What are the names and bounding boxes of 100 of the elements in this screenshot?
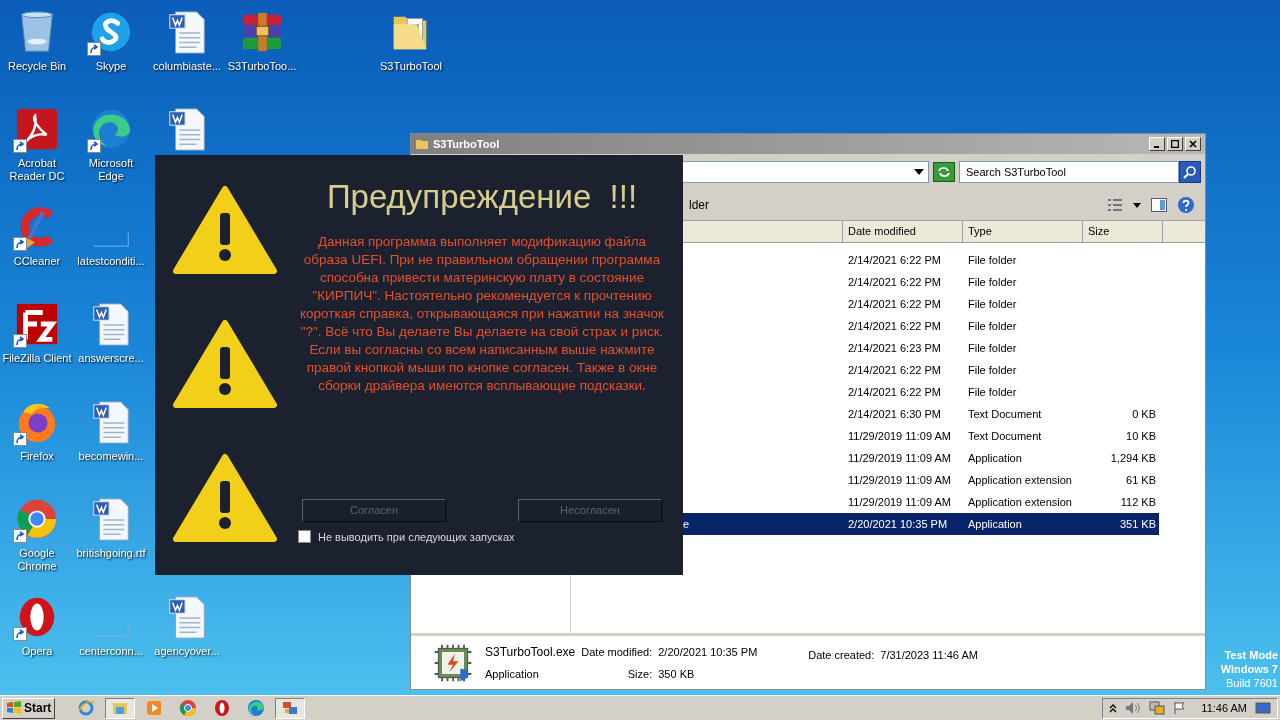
maximize-button[interactable]: [1167, 137, 1183, 151]
type-cell: Application: [968, 451, 1022, 464]
media-player-icon: [145, 699, 164, 717]
type-cell: Text Document: [968, 407, 1042, 420]
icon-label[interactable]: Skype: [95, 60, 127, 73]
start-button[interactable]: Start: [2, 697, 56, 719]
icon-label[interactable]: latestconditi...: [77, 255, 145, 268]
dialog-title: Предупреждение !!!: [326, 177, 638, 217]
test-mode-text: Build 7601: [1226, 676, 1278, 690]
taskbar-app-button[interactable]: [275, 697, 306, 719]
date-cell: 2/14/2021 6:30 PM: [848, 407, 941, 420]
file-name: S3TurboTool.exe: [485, 643, 576, 661]
type-cell: File folder: [968, 385, 1017, 398]
opera-icon: [213, 699, 232, 717]
warning-icon: [172, 453, 278, 545]
file-name: e: [683, 517, 690, 530]
toolbar-text[interactable]: lder: [689, 196, 1107, 214]
flag-icon[interactable]: [1173, 701, 1188, 715]
icon-label[interactable]: FileZilla Client: [2, 352, 72, 365]
type-cell: Application extension: [968, 473, 1072, 486]
icon-label[interactable]: S3TurboToo...: [227, 60, 297, 73]
field-label: Date modified:: [581, 644, 653, 660]
view-list-icon[interactable]: [1107, 198, 1123, 212]
icon-label[interactable]: Acrobat Reader DC: [1, 157, 73, 183]
search-button[interactable]: [1179, 161, 1201, 183]
search-field[interactable]: Search S3TurboTool: [959, 161, 1179, 183]
test-mode-text: Windows 7: [1220, 662, 1278, 676]
icon-label[interactable]: Microsoft Edge: [75, 157, 147, 183]
edge-icon: [247, 699, 266, 717]
type-cell: File folder: [968, 297, 1017, 310]
date-cell: 2/14/2021 6:22 PM: [848, 275, 941, 288]
type-cell: File folder: [968, 341, 1017, 354]
date-cell: 2/14/2021 6:22 PM: [848, 253, 941, 266]
type-cell: File folder: [968, 319, 1017, 332]
windows-logo-icon: [6, 701, 22, 715]
dropdown-arrow-icon[interactable]: [1133, 202, 1141, 208]
icon-label[interactable]: columbiaste...: [153, 60, 221, 73]
date-cell: 11/29/2019 11:09 AM: [848, 495, 951, 508]
date-cell: 11/29/2019 11:09 AM: [848, 451, 951, 464]
type-cell: Text Document: [968, 429, 1042, 442]
field-label: Date created:: [808, 648, 875, 663]
date-cell: 2/14/2021 6:22 PM: [848, 319, 941, 332]
help-icon[interactable]: [1177, 196, 1195, 214]
filezilla-icon[interactable]: [14, 301, 60, 347]
date-cell: 2/20/2021 10:35 PM: [848, 517, 948, 530]
size-cell: 1,294 KB: [1110, 451, 1156, 464]
type-cell: File folder: [968, 253, 1017, 266]
taskbar-app-button[interactable]: [105, 697, 136, 719]
type-cell: Application: [968, 517, 1022, 530]
field-value: 2/20/2021 10:35 PM: [658, 644, 759, 660]
size-cell: 10 KB: [1126, 429, 1156, 442]
size-cell: 351 KB: [1119, 517, 1156, 530]
date-cell: 2/14/2021 6:23 PM: [848, 341, 941, 354]
date-cell: 11/29/2019 11:09 AM: [848, 473, 951, 486]
minimize-button[interactable]: [1149, 137, 1165, 151]
chrome-icon: [179, 699, 198, 717]
type-cell: Application extension: [968, 495, 1072, 508]
refresh-icon: [937, 166, 951, 178]
date-cell: 2/14/2021 6:22 PM: [848, 385, 941, 398]
size-cell: 0 KB: [1132, 407, 1156, 420]
column-header[interactable]: Type: [963, 221, 1083, 242]
field-value: 350 KB: [658, 666, 696, 682]
size-cell: 112 KB: [1120, 495, 1156, 508]
type-cell: File folder: [968, 363, 1017, 376]
column-header[interactable]: Date modified: [843, 221, 963, 242]
speaker-icon[interactable]: [1125, 701, 1142, 715]
date-cell: 11/29/2019 11:09 AM: [848, 429, 951, 442]
warning-icon: [172, 185, 278, 277]
checkbox-label[interactable]: Не выводить при следующих запусках: [318, 528, 515, 545]
icon-label[interactable]: S3TurboTool: [380, 60, 442, 73]
warning-icon: [172, 319, 278, 411]
field-label: Size:: [626, 666, 653, 682]
dropdown-arrow-icon[interactable]: [914, 169, 924, 175]
close-button[interactable]: [1185, 137, 1201, 151]
show-desktop-icon[interactable]: [1255, 701, 1271, 715]
close-icon: [1189, 140, 1197, 148]
application-window-icon: [281, 699, 300, 717]
preview-pane-icon[interactable]: [1151, 198, 1167, 212]
clock-time[interactable]: 11:46 AM: [1201, 699, 1247, 717]
icon-label[interactable]: answerscre...: [78, 352, 144, 365]
field-value: 7/31/2023 11:46 AM: [880, 648, 978, 663]
date-cell: 2/14/2021 6:22 PM: [848, 297, 941, 310]
file-type: Application: [485, 666, 540, 682]
window-title: S3TurboTool: [433, 136, 501, 152]
checkbox[interactable]: [298, 530, 311, 544]
size-cell: 61 KB: [1126, 473, 1156, 486]
date-cell: 2/14/2021 6:22 PM: [848, 363, 941, 376]
refresh-button[interactable]: [933, 162, 955, 182]
chevron-up-icon[interactable]: [1109, 703, 1118, 713]
type-cell: File folder: [968, 275, 1017, 288]
search-icon: [1183, 165, 1197, 179]
maximize-icon: [1171, 140, 1179, 148]
network-icon[interactable]: [1149, 701, 1166, 715]
icon-label[interactable]: CCleaner: [13, 255, 61, 268]
folder-icon: [415, 137, 429, 151]
acrobat-icon[interactable]: [14, 106, 60, 152]
test-mode-text: Test Mode: [1224, 648, 1278, 662]
column-header[interactable]: Size: [1083, 221, 1163, 242]
icon-label[interactable]: Recycle Bin: [7, 60, 67, 73]
internet-explorer-icon: [77, 699, 96, 717]
